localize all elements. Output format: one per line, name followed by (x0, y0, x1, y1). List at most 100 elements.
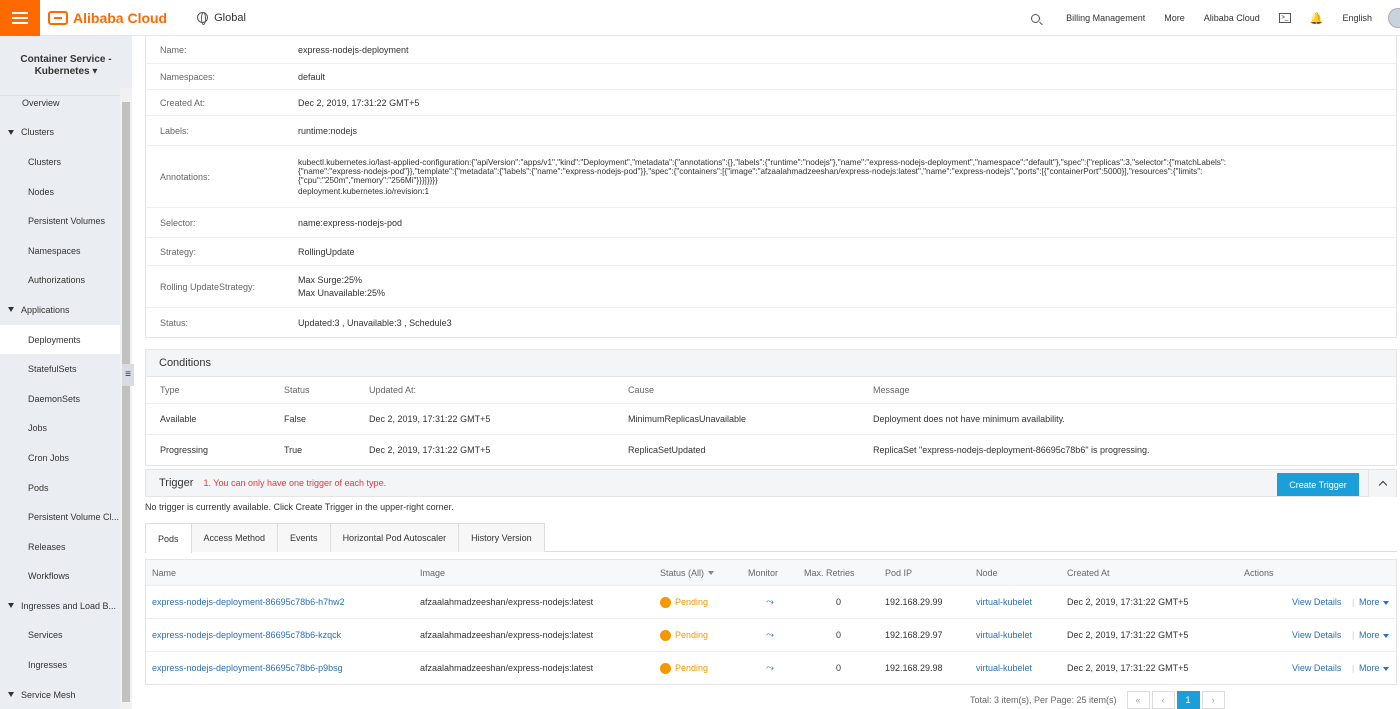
action-divider: | (1352, 597, 1355, 607)
caret-down-icon (8, 603, 14, 609)
sidebar-item-statefulsets[interactable]: StatefulSets (0, 354, 120, 384)
status-value: Updated:3 , Unavailable:3 , Schedule3 (298, 317, 452, 328)
name-label: Name: (160, 44, 187, 55)
status-label: Status: (160, 317, 189, 328)
sidebar-item-persistent-volume-cl[interactable]: Persistent Volume Cl... (0, 502, 120, 532)
sidebar-item-authorizations[interactable]: Authorizations (0, 266, 120, 296)
tab-access-method[interactable]: Access Method (190, 523, 279, 552)
table-cell: Dec 2, 2019, 17:31:22 GMT+5 (369, 445, 491, 455)
node-link[interactable]: virtual-kubelet (976, 630, 1032, 640)
sidebar-item-jobs[interactable]: Jobs (0, 414, 120, 444)
menu-icon[interactable] (0, 0, 40, 36)
tab-horizontal-pod-autoscaler[interactable]: Horizontal Pod Autoscaler (329, 523, 460, 552)
sidebar-item-nodes[interactable]: Nodes (0, 177, 120, 207)
more-label: More (1359, 663, 1380, 673)
sidebar-item-pods[interactable]: Pods (0, 473, 120, 503)
language-selector[interactable]: English (1342, 13, 1372, 23)
sidebar-item-workflows[interactable]: Workflows (0, 562, 120, 592)
pod-name-link[interactable]: express-nodejs-deployment-86695c78b6-h7h… (152, 597, 345, 607)
sidebar-item-namespaces[interactable]: Namespaces (0, 236, 120, 266)
view-details-link[interactable]: View Details (1292, 597, 1341, 607)
sidebar-nav: Overview Clusters Clusters Nodes Persistent … (0, 88, 120, 709)
sidebar-item-overview[interactable]: Overview (0, 88, 120, 118)
sidebar-item-ingresses[interactable]: Ingresses (0, 650, 120, 680)
more-actions-dropdown[interactable]: More (1359, 663, 1389, 673)
collapse-button[interactable] (1368, 470, 1396, 497)
monitor-icon[interactable]: ⤳ (766, 663, 774, 674)
view-details-link[interactable]: View Details (1292, 663, 1341, 673)
sidebar-product-title[interactable]: Container Service - Kubernetes ▾ (0, 36, 132, 96)
pod-ip: 192.168.29.99 (885, 597, 943, 607)
table-cell: ReplicaSetUpdated (628, 445, 706, 455)
retries-value: 0 (836, 630, 842, 640)
avatar[interactable] (1388, 8, 1400, 28)
tab-events[interactable]: Events (277, 523, 331, 552)
sidebar-item-label: Nodes (28, 186, 55, 197)
scrollbar-thumb[interactable] (122, 102, 130, 702)
node-link[interactable]: virtual-kubelet (976, 663, 1032, 673)
table-cell: True (284, 445, 303, 455)
billing-management-link[interactable]: Billing Management (1066, 13, 1145, 23)
create-trigger-button[interactable]: Create Trigger (1277, 473, 1359, 496)
chevron-up-icon (1378, 480, 1387, 490)
search-icon[interactable] (1031, 13, 1041, 23)
alibaba-cloud-link[interactable]: Alibaba Cloud (1204, 13, 1260, 23)
pod-name-link[interactable]: express-nodejs-deployment-86695c78b6-kzq… (152, 630, 341, 640)
retries-value: 0 (836, 597, 842, 607)
product-title-line2: Kubernetes (34, 65, 90, 77)
region-selector[interactable]: Global (197, 12, 246, 25)
tab-pods[interactable]: Pods (145, 523, 192, 553)
node-link[interactable]: virtual-kubelet (976, 597, 1032, 607)
labels-label: Labels: (160, 125, 190, 136)
namespace-value: default (298, 71, 326, 82)
sidebar-item-label: Jobs (28, 423, 48, 434)
status-badge: Pending (660, 596, 708, 608)
created-value: Dec 2, 2019, 17:31:22 GMT+5 (1067, 630, 1189, 640)
sidebar-item-cron-jobs[interactable]: Cron Jobs (0, 443, 120, 473)
table-cell: MinimumReplicasUnavailable (628, 414, 747, 424)
more-link[interactable]: More (1164, 13, 1185, 23)
sidebar-item-persistent-volumes[interactable]: Persistent Volumes (0, 206, 120, 236)
alibaba-cloud-logo[interactable]: Alibaba Cloud (48, 10, 167, 26)
sidebar-item-service-mesh[interactable]: Service Mesh (0, 680, 120, 709)
prev-page-button[interactable]: ‹ (1151, 691, 1175, 709)
monitor-icon[interactable]: ⤳ (766, 630, 774, 641)
rolling-update-label: Rolling UpdateStrategy: (160, 281, 256, 292)
more-actions-dropdown[interactable]: More (1359, 630, 1389, 640)
status-badge: Pending (660, 662, 708, 674)
sidebar-item-daemonsets[interactable]: DaemonSets (0, 384, 120, 414)
sidebar-item-applications[interactable]: Applications (0, 295, 120, 325)
chevron-down-icon: ▾ (92, 65, 98, 77)
sidebar-collapse-icon[interactable]: ≡ (122, 364, 134, 386)
column-header: Cause (628, 385, 655, 395)
brand-name: Alibaba Cloud (73, 9, 168, 26)
sidebar-item-clusters[interactable]: Clusters (0, 118, 120, 148)
sidebar-item-ingresses-and-load-b[interactable]: Ingresses and Load B... (0, 591, 120, 621)
top-bar: Alibaba Cloud Global Billing Management … (0, 0, 1400, 36)
page-1-button[interactable]: 1 (1176, 691, 1200, 709)
sidebar-scrollbar[interactable] (120, 88, 132, 709)
column-header: Actions (1244, 567, 1274, 578)
tab-history-version[interactable]: History Version (458, 523, 545, 552)
bell-icon[interactable]: 🔔 (1310, 12, 1324, 25)
chevron-down-icon (1382, 633, 1389, 638)
sidebar-item-clusters[interactable]: Clusters (0, 147, 120, 177)
strategy-label: Strategy: (160, 246, 197, 257)
status-filter[interactable]: Status (All) (660, 568, 715, 578)
sidebar-item-deployments[interactable]: Deployments (0, 324, 120, 355)
caret-down-icon (8, 307, 14, 313)
column-header: Node (976, 567, 998, 578)
selector-label: Selector: (160, 217, 196, 228)
sidebar-item-releases[interactable]: Releases (0, 532, 120, 562)
view-details-link[interactable]: View Details (1292, 630, 1341, 640)
sidebar-item-label: Overview (22, 97, 60, 108)
chevron-down-icon (1382, 600, 1389, 605)
more-actions-dropdown[interactable]: More (1359, 597, 1389, 607)
namespace-label: Namespaces: (160, 71, 216, 82)
pod-name-link[interactable]: express-nodejs-deployment-86695c78b6-p9b… (152, 663, 343, 673)
monitor-icon[interactable]: ⤳ (766, 597, 774, 608)
next-page-button[interactable]: › (1201, 691, 1225, 709)
terminal-icon[interactable]: >_ (1278, 13, 1291, 23)
sidebar-item-services[interactable]: Services (0, 621, 120, 651)
first-page-button[interactable]: « (1126, 691, 1150, 709)
